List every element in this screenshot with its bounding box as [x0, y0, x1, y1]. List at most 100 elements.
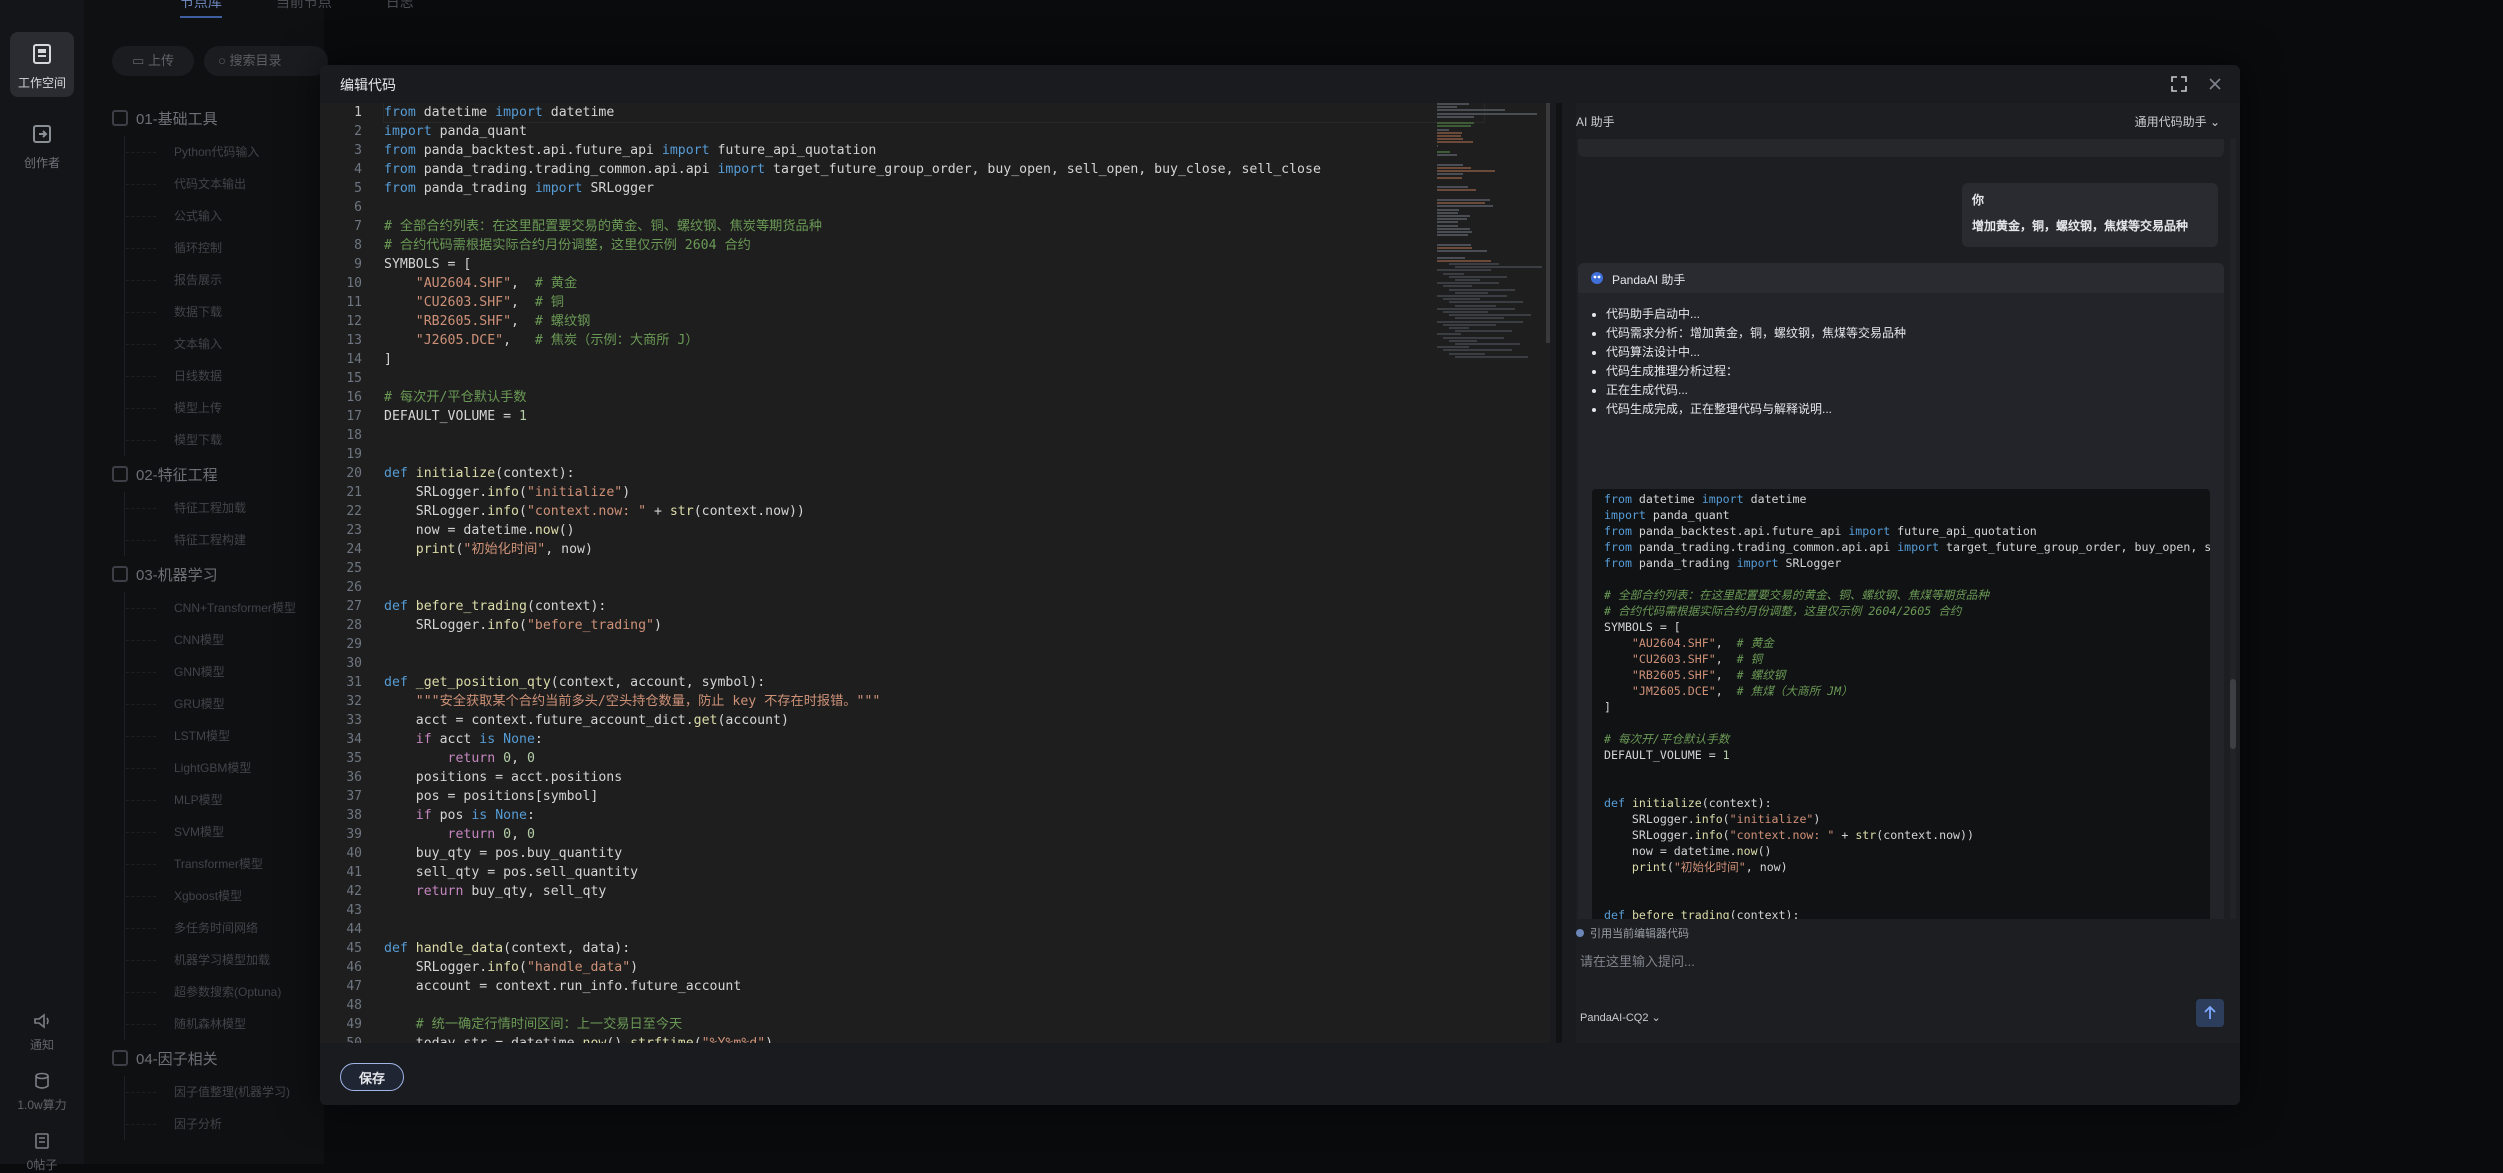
directory-search-input[interactable]: ○ 搜索目录: [204, 46, 328, 76]
tree-node-item[interactable]: 循环控制: [112, 232, 322, 264]
tree-node-item[interactable]: Transformer模型: [112, 848, 322, 880]
ai-chat-scrollbar[interactable]: [2230, 139, 2236, 919]
send-button[interactable]: [2196, 999, 2224, 1027]
tree-node-item[interactable]: 特征工程加载: [112, 492, 322, 524]
code-line: ​: [384, 901, 1484, 920]
code-token: +: [646, 504, 670, 519]
code-token: from: [1604, 492, 1632, 506]
assistant-code-block[interactable]: from datetime import datetime import pand…: [1592, 489, 2210, 919]
code-token: def: [384, 599, 408, 614]
editor-minimap[interactable]: [1435, 103, 1545, 383]
code-editor[interactable]: 1 2 3 4 5 6 7 8 9 10 11 12 13 14 15 16 17 18 19 20 21 22 23 24 2…: [320, 103, 1550, 1043]
tab-node-library[interactable]: 节点库: [180, 0, 222, 18]
ai-chat-history[interactable]: 你 增加黄金，铜，螺纹钢，焦煤等交易品种 PandaAI 助手 代码助手启动中.…: [1576, 139, 2226, 919]
code-token: "JM2605.DCE": [1631, 684, 1716, 698]
left-rail: 工作空间 创作者 通知 1.0w算力 0帖子: [0, 0, 85, 1172]
tree-node-item[interactable]: GNN模型: [112, 656, 322, 688]
tree-node-item[interactable]: 文本输入: [112, 328, 322, 360]
tree-node-item[interactable]: 机器学习模型加载: [112, 944, 322, 976]
code-content[interactable]: from datetime import datetime import pand…: [383, 103, 1485, 1043]
tree-node-item[interactable]: CNN+Transformer模型: [112, 592, 322, 624]
model-select[interactable]: PandaAI-CQ2 ⌄: [1580, 1011, 1661, 1024]
minimap-line: [1449, 339, 1477, 342]
ai-question-input[interactable]: [1580, 949, 2180, 973]
code-token: # 螺纹钢: [534, 314, 591, 329]
tree-node-item[interactable]: LightGBM模型: [112, 752, 322, 784]
tree-node-item[interactable]: 日线数据: [112, 360, 322, 392]
tree-category[interactable]: 02-特征工程: [112, 460, 322, 492]
code-token: def: [384, 941, 408, 956]
tree-category[interactable]: 01-基础工具: [112, 104, 322, 136]
tree-node-item[interactable]: SVM模型: [112, 816, 322, 848]
minimap-line: [1437, 227, 1470, 230]
tree-node-item[interactable]: 超参数搜索(Optuna): [112, 976, 322, 1008]
tree-node-item[interactable]: 数据下载: [112, 296, 322, 328]
close-icon[interactable]: [2206, 75, 2224, 93]
code-line: ​: [384, 635, 1484, 654]
maximize-icon[interactable]: [2170, 75, 2188, 93]
tree-category[interactable]: 04-因子相关: [112, 1044, 322, 1076]
code-line: SRLogger.info("handle_data"): [384, 958, 1484, 977]
code-token: (: [1722, 812, 1730, 826]
assistant-mode-select[interactable]: 通用代码助手 ⌄: [2135, 113, 2220, 130]
tree-node-item[interactable]: Xgboost模型: [112, 880, 322, 912]
assistant-step: 代码需求分析：增加黄金，铜，螺纹钢，焦煤等交易品种: [1606, 324, 1906, 343]
code-line: def initialize(context):: [1592, 795, 2210, 811]
code-line: "RB2605.SHF", # 螺纹钢: [384, 312, 1484, 331]
tree-node-item[interactable]: 报告展示: [112, 264, 322, 296]
quote-editor-code-toggle[interactable]: 引用当前编辑器代码: [1576, 925, 1689, 941]
ai-chat-scrollbar-thumb[interactable]: [2230, 679, 2236, 749]
code-token: (context):: [495, 466, 575, 481]
code-token: "初始化时间": [1673, 860, 1746, 874]
code-line: print("初始化时间", now): [384, 540, 1484, 559]
search-icon: ○: [218, 53, 226, 68]
code-token: ): [630, 960, 639, 975]
rail-posts-button[interactable]: 0帖子: [10, 1130, 74, 1173]
code-token: before_trading: [415, 599, 527, 614]
tree-category-label: 02-特征工程: [136, 467, 218, 484]
minimap-line: [1437, 138, 1464, 141]
tree-node-item[interactable]: 因子值整理(机器学习): [112, 1076, 322, 1108]
panel-splitter[interactable]: [1556, 103, 1562, 1043]
code-token: return: [447, 751, 496, 766]
tree-node-item[interactable]: CNN模型: [112, 624, 322, 656]
editor-scrollbar[interactable]: [1546, 103, 1550, 343]
node-tree: 01-基础工具 Python代码输入 代码文本输出 公式输入 循环控制 报告展示 数据下载文…: [112, 100, 322, 1140]
line-number: 30: [346, 656, 362, 671]
tree-node-item[interactable]: 模型下载: [112, 424, 322, 456]
code-line: def _get_position_qty(context, account, …: [384, 673, 1484, 692]
code-line: SRLogger.info("initialize"): [384, 483, 1484, 502]
tree-category[interactable]: 03-机器学习: [112, 560, 322, 592]
rail-workspace-button[interactable]: 工作空间: [10, 32, 74, 97]
tree-node-item[interactable]: 随机森林模型: [112, 1008, 322, 1040]
tree-node-item[interactable]: MLP模型: [112, 784, 322, 816]
line-number: 46: [346, 960, 362, 975]
tab-log[interactable]: 日志: [386, 0, 414, 10]
speaker-icon: [34, 1013, 49, 1029]
rail-power-button[interactable]: 1.0w算力: [10, 1070, 74, 1113]
line-number: 11: [346, 295, 362, 310]
rail-notify-button[interactable]: 通知: [10, 1010, 74, 1053]
code-token: future_api_quotation: [1890, 524, 2037, 538]
tree-node-item[interactable]: GRU模型: [112, 688, 322, 720]
code-token: # 焦煤（大商所 JM）: [1736, 684, 1853, 698]
rail-creator-button[interactable]: 创作者: [10, 120, 74, 171]
tree-node-item[interactable]: 特征工程构建: [112, 524, 322, 556]
minimap-line: [1443, 323, 1496, 326]
code-line: "CU2603.SHF", # 铜: [1592, 651, 2210, 667]
tree-node-item[interactable]: 多任务时间网络: [112, 912, 322, 944]
tree-node-item[interactable]: 因子分析: [112, 1108, 322, 1140]
tree-node-item[interactable]: 公式输入: [112, 200, 322, 232]
tab-current-node[interactable]: 当前节点: [276, 0, 332, 10]
tree-node-item[interactable]: 代码文本输出: [112, 168, 322, 200]
upload-button[interactable]: ▭ 上传: [112, 46, 194, 76]
tree-node-item[interactable]: 模型上传: [112, 392, 322, 424]
tree-node-item[interactable]: LSTM模型: [112, 720, 322, 752]
code-token: (context.now)): [693, 504, 805, 519]
code-token: def: [1604, 796, 1625, 810]
tree-node-item[interactable]: Python代码输入: [112, 136, 322, 168]
save-button[interactable]: 保存: [340, 1063, 404, 1091]
